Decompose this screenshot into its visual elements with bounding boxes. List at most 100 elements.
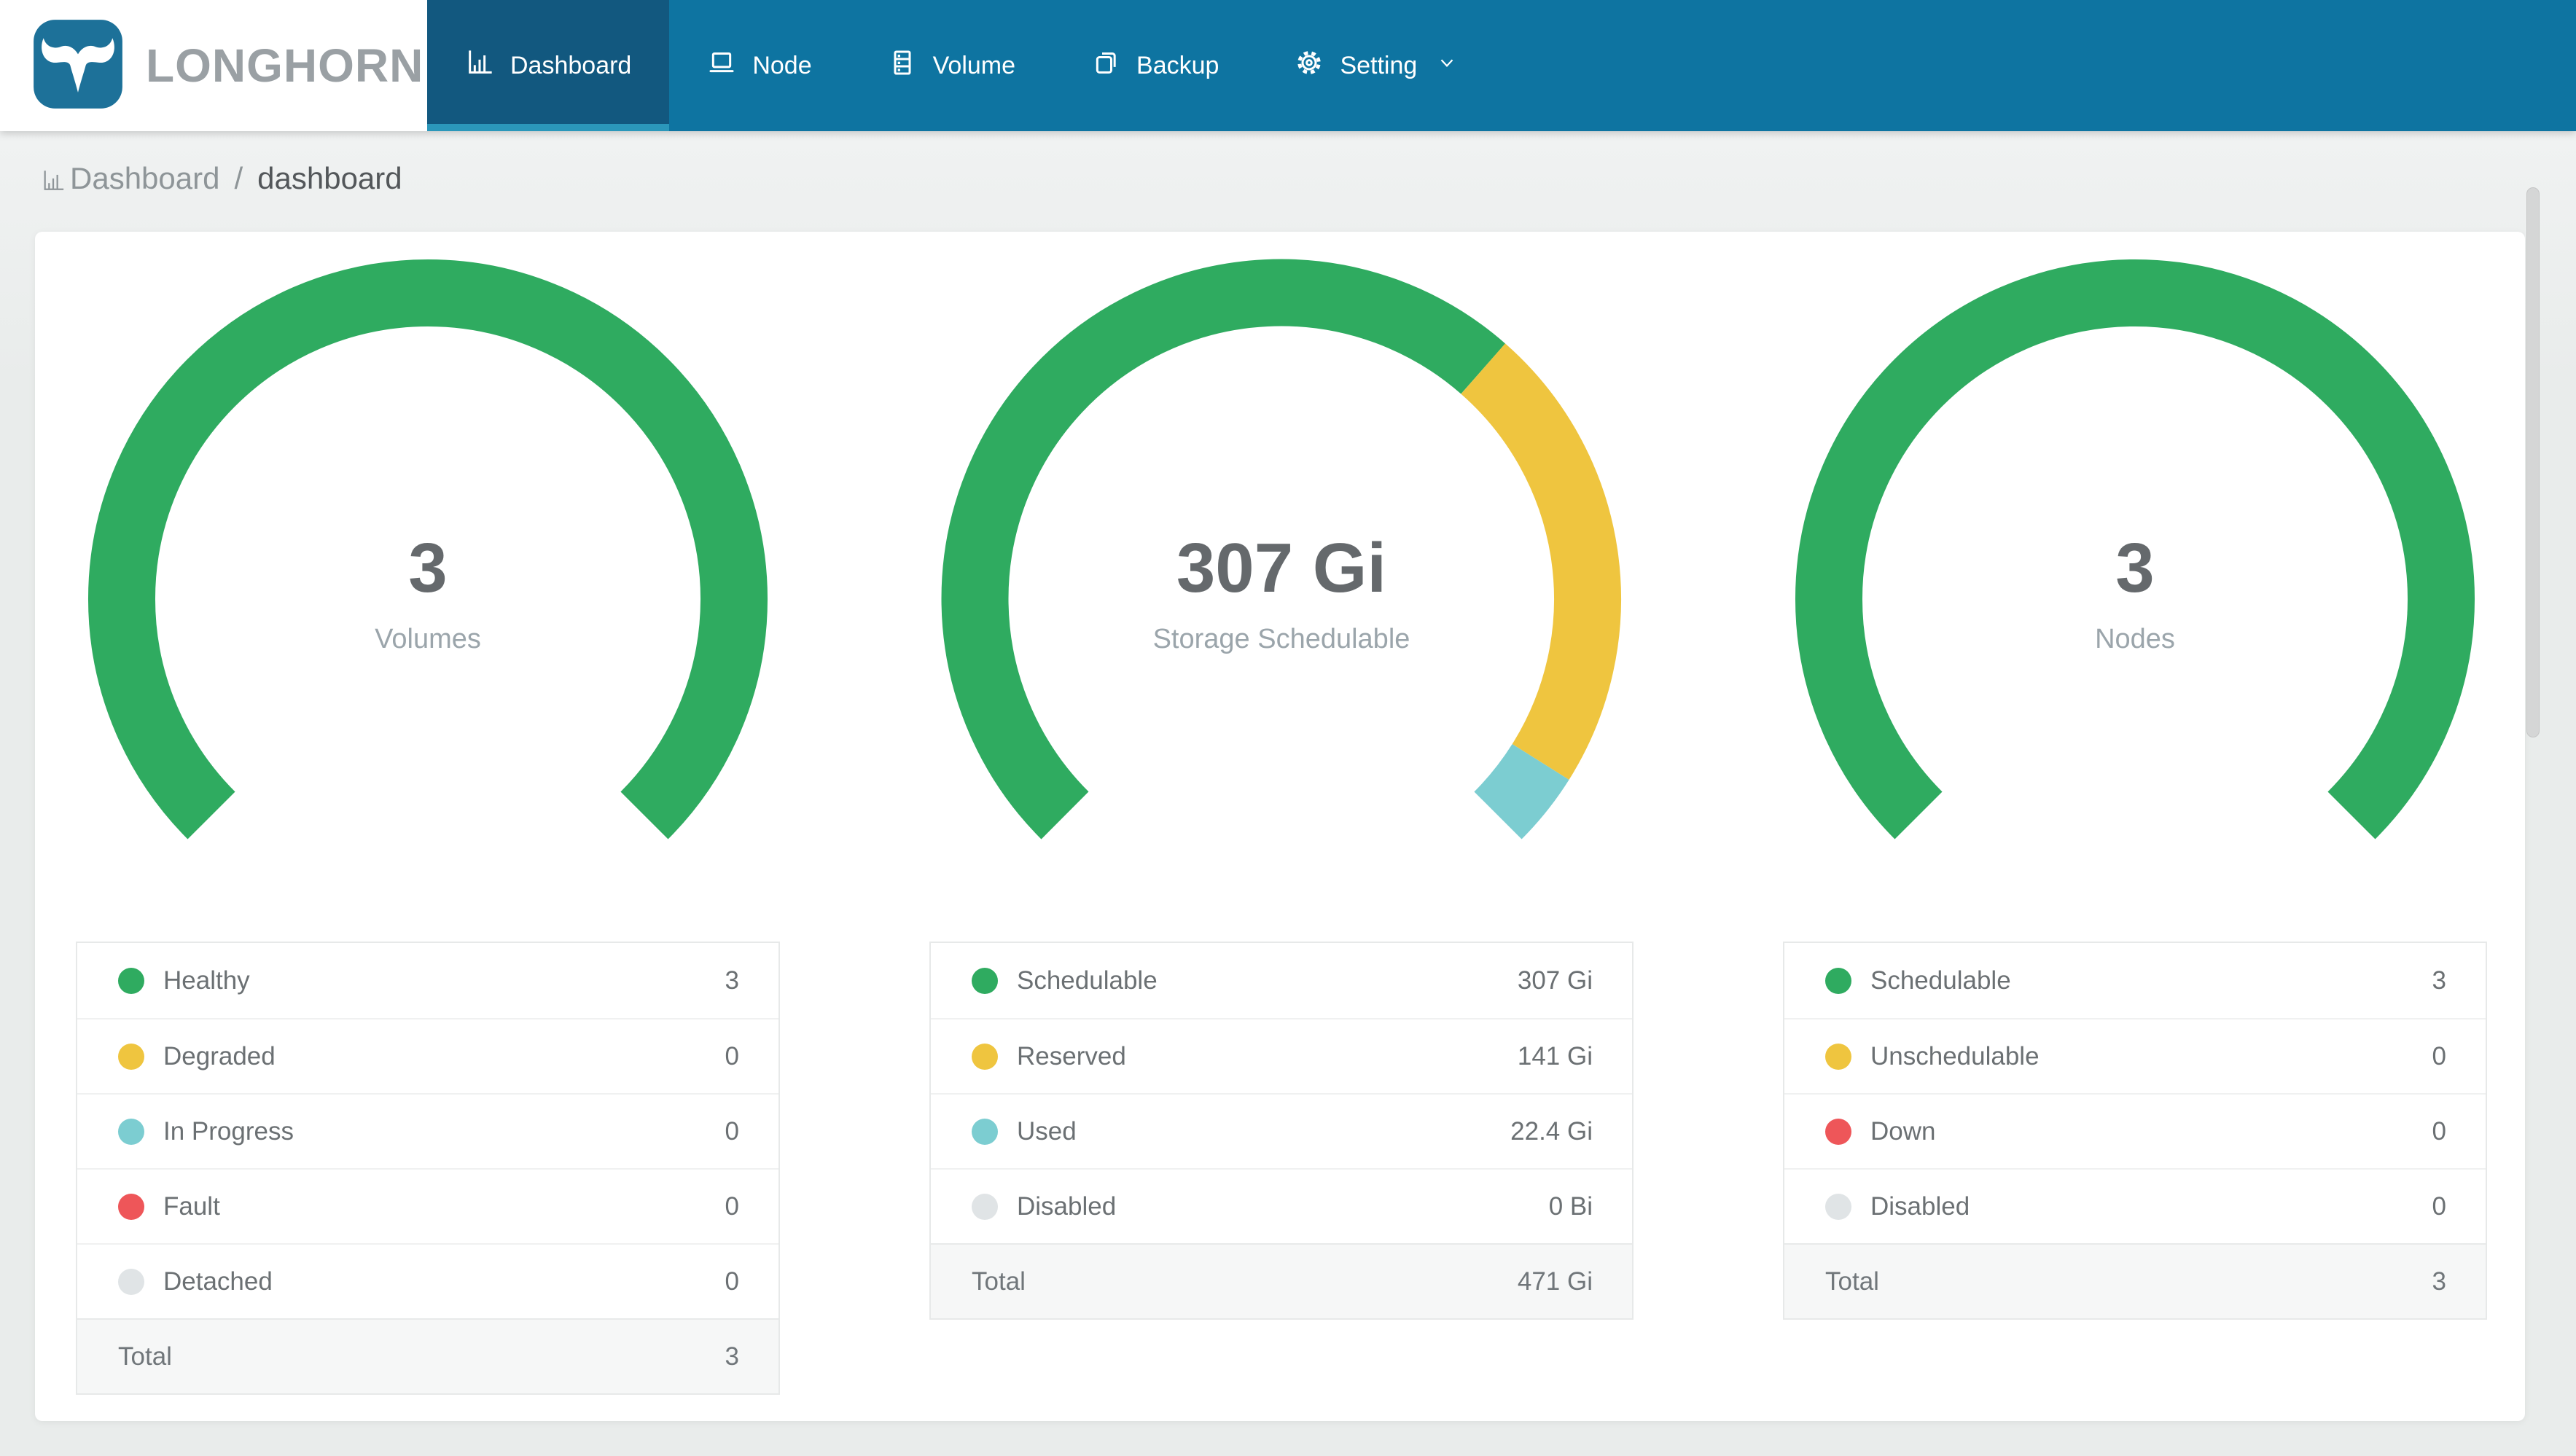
legend-value: 0: [2432, 1041, 2446, 1071]
nav-item-label: Setting: [1340, 51, 1418, 79]
legend-label: Used: [1017, 1116, 1077, 1146]
legend-color-dot: [118, 1118, 144, 1145]
legend-value: 0 Bi: [1548, 1191, 1593, 1221]
legend-row-reserved: Reserved 141 Gi: [931, 1018, 1632, 1093]
nodes-column: 3 Nodes Schedulable 3 Unschedulable 0 Do…: [1783, 257, 2487, 1421]
legend-value: 141 Gi: [1517, 1041, 1593, 1071]
legend-row-fault: Fault 0: [77, 1168, 778, 1243]
legend-label: Schedulable: [1017, 966, 1158, 995]
volumes-column: 3 Volumes Healthy 3 Degraded 0 In Progre…: [76, 257, 780, 1421]
legend-value: 0: [725, 1191, 739, 1221]
legend-color-dot: [118, 967, 144, 994]
nav-item-node[interactable]: Node: [669, 0, 849, 131]
nav-item-setting[interactable]: Setting: [1257, 0, 1496, 131]
legend-label: Degraded: [163, 1041, 276, 1071]
legend-total-row: Total 471 Gi: [931, 1243, 1632, 1318]
legend-value: 0: [725, 1116, 739, 1146]
bar-chart-icon: [41, 161, 66, 196]
breadcrumb-section-label: Dashboard: [70, 161, 220, 195]
legend-row-used: Used 22.4 Gi: [931, 1093, 1632, 1168]
nav-item-label: Backup: [1136, 51, 1219, 79]
laptop-icon: [707, 48, 736, 84]
legend-row-unschedulable: Unschedulable 0: [1784, 1018, 2486, 1093]
legend-value: 0: [725, 1267, 739, 1296]
copy-icon: [1091, 48, 1120, 84]
nav-item-label: Dashboard: [510, 51, 632, 79]
legend-label: Fault: [163, 1191, 220, 1221]
legend-color-dot: [118, 1043, 144, 1070]
legend-row-disabled: Disabled 0 Bi: [931, 1168, 1632, 1243]
breadcrumb-separator: /: [234, 161, 243, 195]
legend-color-dot: [1825, 967, 1851, 994]
legend-label: Unschedulable: [1870, 1041, 2040, 1071]
legend-color-dot: [972, 1043, 998, 1070]
dashboard-content: 3 Volumes Healthy 3 Degraded 0 In Progre…: [0, 226, 2576, 1421]
legend-color-dot: [1825, 1118, 1851, 1145]
legend-value: 3: [725, 966, 739, 995]
dashboard-card: 3 Volumes Healthy 3 Degraded 0 In Progre…: [35, 232, 2525, 1421]
nav-item-dashboard[interactable]: Dashboard: [427, 0, 670, 131]
nodes-gauge-chart: [1795, 259, 2475, 839]
legend-value: 307 Gi: [1517, 966, 1593, 995]
legend-color-dot: [118, 1268, 144, 1295]
total-value: 3: [2432, 1267, 2446, 1296]
top-nav-bar: LONGHORN Dashboard Node Volume Backup Se…: [0, 0, 2576, 131]
longhorn-bull-icon: [32, 16, 124, 116]
legend-label: Reserved: [1017, 1041, 1126, 1071]
volumes-gauge-chart: [88, 259, 768, 839]
server-stack-icon: [888, 48, 917, 84]
storage-gauge: 307 Gi Storage Schedulable: [939, 257, 1624, 942]
legend-total-row: Total 3: [1784, 1243, 2486, 1318]
total-value: 3: [725, 1342, 739, 1371]
legend-row-in-progress: In Progress 0: [77, 1093, 778, 1168]
breadcrumb-dashboard-link[interactable]: Dashboard: [41, 161, 219, 196]
legend-label: Detached: [163, 1267, 273, 1296]
storage-column: 307 Gi Storage Schedulable Schedulable 3…: [929, 257, 1634, 1421]
main-nav: Dashboard Node Volume Backup Setting: [427, 0, 1496, 131]
brand-logo-link[interactable]: LONGHORN: [0, 0, 427, 131]
legend-label: In Progress: [163, 1116, 294, 1146]
vertical-scrollbar-thumb[interactable]: [2526, 187, 2540, 737]
legend-row-schedulable: Schedulable 3: [1784, 943, 2486, 1018]
legend-value: 0: [2432, 1116, 2446, 1146]
legend-value: 22.4 Gi: [1510, 1116, 1593, 1146]
nav-item-volume[interactable]: Volume: [850, 0, 1053, 131]
chevron-down-icon: [1436, 52, 1458, 80]
storage-gauge-chart: [941, 259, 1622, 839]
legend-color-dot: [972, 967, 998, 994]
legend-color-dot: [1825, 1193, 1851, 1220]
legend-row-disabled: Disabled 0: [1784, 1168, 2486, 1243]
legend-label: Healthy: [163, 966, 250, 995]
legend-row-schedulable: Schedulable 307 Gi: [931, 943, 1632, 1018]
total-label: Total: [1825, 1267, 1879, 1296]
legend-total-row: Total 3: [77, 1318, 778, 1393]
total-value: 471 Gi: [1517, 1267, 1593, 1296]
legend-color-dot: [1825, 1043, 1851, 1070]
legend-row-healthy: Healthy 3: [77, 943, 778, 1018]
total-label: Total: [118, 1342, 172, 1371]
legend-value: 0: [2432, 1191, 2446, 1221]
legend-row-down: Down 0: [1784, 1093, 2486, 1168]
nav-item-backup[interactable]: Backup: [1053, 0, 1257, 131]
nodes-gauge: 3 Nodes: [1792, 257, 2478, 942]
legend-color-dot: [972, 1118, 998, 1145]
legend-label: Disabled: [1870, 1191, 1970, 1221]
nodes-legend-table: Schedulable 3 Unschedulable 0 Down 0 Dis…: [1783, 942, 2487, 1320]
volumes-gauge: 3 Volumes: [85, 257, 770, 942]
legend-value: 3: [2432, 966, 2446, 995]
breadcrumb-page-label: dashboard: [257, 161, 402, 195]
brand-name: LONGHORN: [146, 39, 424, 92]
legend-value: 0: [725, 1041, 739, 1071]
breadcrumb: Dashboard / dashboard: [0, 131, 2576, 226]
legend-row-detached: Detached 0: [77, 1243, 778, 1318]
legend-color-dot: [118, 1193, 144, 1220]
volumes-legend-table: Healthy 3 Degraded 0 In Progress 0 Fault…: [76, 942, 780, 1395]
nav-item-label: Node: [752, 51, 812, 79]
legend-label: Down: [1870, 1116, 1936, 1146]
legend-color-dot: [972, 1193, 998, 1220]
total-label: Total: [972, 1267, 1026, 1296]
legend-label: Schedulable: [1870, 966, 2011, 995]
nav-item-label: Volume: [932, 51, 1016, 79]
storage-legend-table: Schedulable 307 Gi Reserved 141 Gi Used …: [929, 942, 1634, 1320]
gear-icon: [1295, 48, 1324, 84]
